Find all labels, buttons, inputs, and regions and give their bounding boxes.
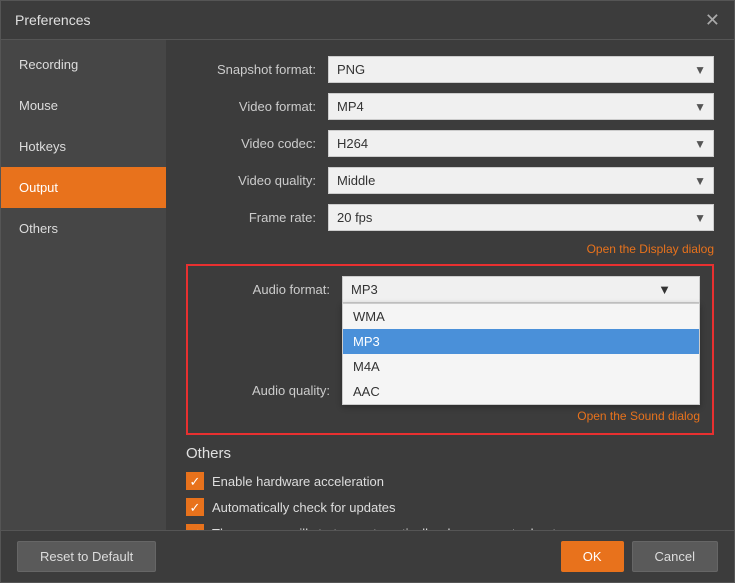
open-display-link[interactable]: Open the Display dialog <box>587 242 714 256</box>
audio-format-dropdown-list: WMA MP3 M4A AAC <box>342 303 700 405</box>
cancel-button[interactable]: Cancel <box>632 541 718 572</box>
dialog-title: Preferences <box>15 12 90 28</box>
main-content: Snapshot format: PNG ▼ Video format: MP4… <box>166 40 734 530</box>
video-format-select-wrapper: MP4 ▼ <box>328 93 714 120</box>
audio-format-arrow-icon: ▼ <box>658 282 671 297</box>
checkbox-row-hw-accel: ✓ Enable hardware acceleration <box>186 472 714 490</box>
video-codec-row: Video codec: H264 ▼ <box>186 130 714 157</box>
sidebar-item-mouse[interactable]: Mouse <box>1 85 166 126</box>
video-format-select[interactable]: MP4 <box>328 93 714 120</box>
reset-to-default-button[interactable]: Reset to Default <box>17 541 156 572</box>
audio-format-label: Audio format: <box>200 282 330 297</box>
audio-option-wma[interactable]: WMA <box>343 304 699 329</box>
video-format-label: Video format: <box>186 99 316 114</box>
content-area: Recording Mouse Hotkeys Output Others Sn… <box>1 40 734 530</box>
footer: Reset to Default OK Cancel <box>1 530 734 582</box>
audio-quality-label: Audio quality: <box>200 383 330 398</box>
others-title: Others <box>186 445 714 462</box>
video-format-row: Video format: MP4 ▼ <box>186 93 714 120</box>
video-quality-row: Video quality: Middle ▼ <box>186 167 714 194</box>
audio-format-select-wrapper: MP3 ▼ WMA MP3 M4A AAC <box>342 276 700 303</box>
sidebar-item-recording[interactable]: Recording <box>1 44 166 85</box>
video-codec-select[interactable]: H264 <box>328 130 714 157</box>
snapshot-format-row: Snapshot format: PNG ▼ <box>186 56 714 83</box>
video-quality-select[interactable]: Middle <box>328 167 714 194</box>
checkmark-icon: ✓ <box>190 501 201 514</box>
checkbox-hw-accel[interactable]: ✓ <box>186 472 204 490</box>
frame-rate-select[interactable]: 20 fps <box>328 204 714 231</box>
checkbox-label-auto-update: Automatically check for updates <box>212 500 396 515</box>
video-quality-label: Video quality: <box>186 173 316 188</box>
audio-option-mp3[interactable]: MP3 <box>343 329 699 354</box>
footer-right-buttons: OK Cancel <box>561 541 718 572</box>
ok-button[interactable]: OK <box>561 541 624 572</box>
audio-format-value: MP3 <box>351 282 378 297</box>
sidebar-item-hotkeys[interactable]: Hotkeys <box>1 126 166 167</box>
checkbox-row-auto-update: ✓ Automatically check for updates <box>186 498 714 516</box>
video-codec-select-wrapper: H264 ▼ <box>328 130 714 157</box>
open-sound-link[interactable]: Open the Sound dialog <box>577 409 700 423</box>
audio-section: Audio format: MP3 ▼ WMA MP3 M4A AAC <box>186 264 714 435</box>
checkbox-label-hw-accel: Enable hardware acceleration <box>212 474 384 489</box>
sidebar: Recording Mouse Hotkeys Output Others <box>1 40 166 530</box>
audio-option-aac[interactable]: AAC <box>343 379 699 404</box>
snapshot-format-select[interactable]: PNG <box>328 56 714 83</box>
audio-option-m4a[interactable]: M4A <box>343 354 699 379</box>
audio-format-dropdown[interactable]: MP3 ▼ <box>342 276 700 303</box>
frame-rate-label: Frame rate: <box>186 210 316 225</box>
preferences-dialog: Preferences ✕ Recording Mouse Hotkeys Ou… <box>0 0 735 583</box>
audio-format-row: Audio format: MP3 ▼ WMA MP3 M4A AAC <box>200 276 700 303</box>
video-codec-label: Video codec: <box>186 136 316 151</box>
video-quality-select-wrapper: Middle ▼ <box>328 167 714 194</box>
frame-rate-select-wrapper: 20 fps ▼ <box>328 204 714 231</box>
checkbox-auto-update[interactable]: ✓ <box>186 498 204 516</box>
close-button[interactable]: ✕ <box>705 11 720 29</box>
snapshot-format-select-wrapper: PNG ▼ <box>328 56 714 83</box>
title-bar: Preferences ✕ <box>1 1 734 40</box>
snapshot-format-label: Snapshot format: <box>186 62 316 77</box>
sidebar-item-others[interactable]: Others <box>1 208 166 249</box>
others-section: Others ✓ Enable hardware acceleration ✓ … <box>186 445 714 530</box>
frame-rate-row: Frame rate: 20 fps ▼ <box>186 204 714 231</box>
checkmark-icon: ✓ <box>190 475 201 488</box>
sidebar-item-output[interactable]: Output <box>1 167 166 208</box>
